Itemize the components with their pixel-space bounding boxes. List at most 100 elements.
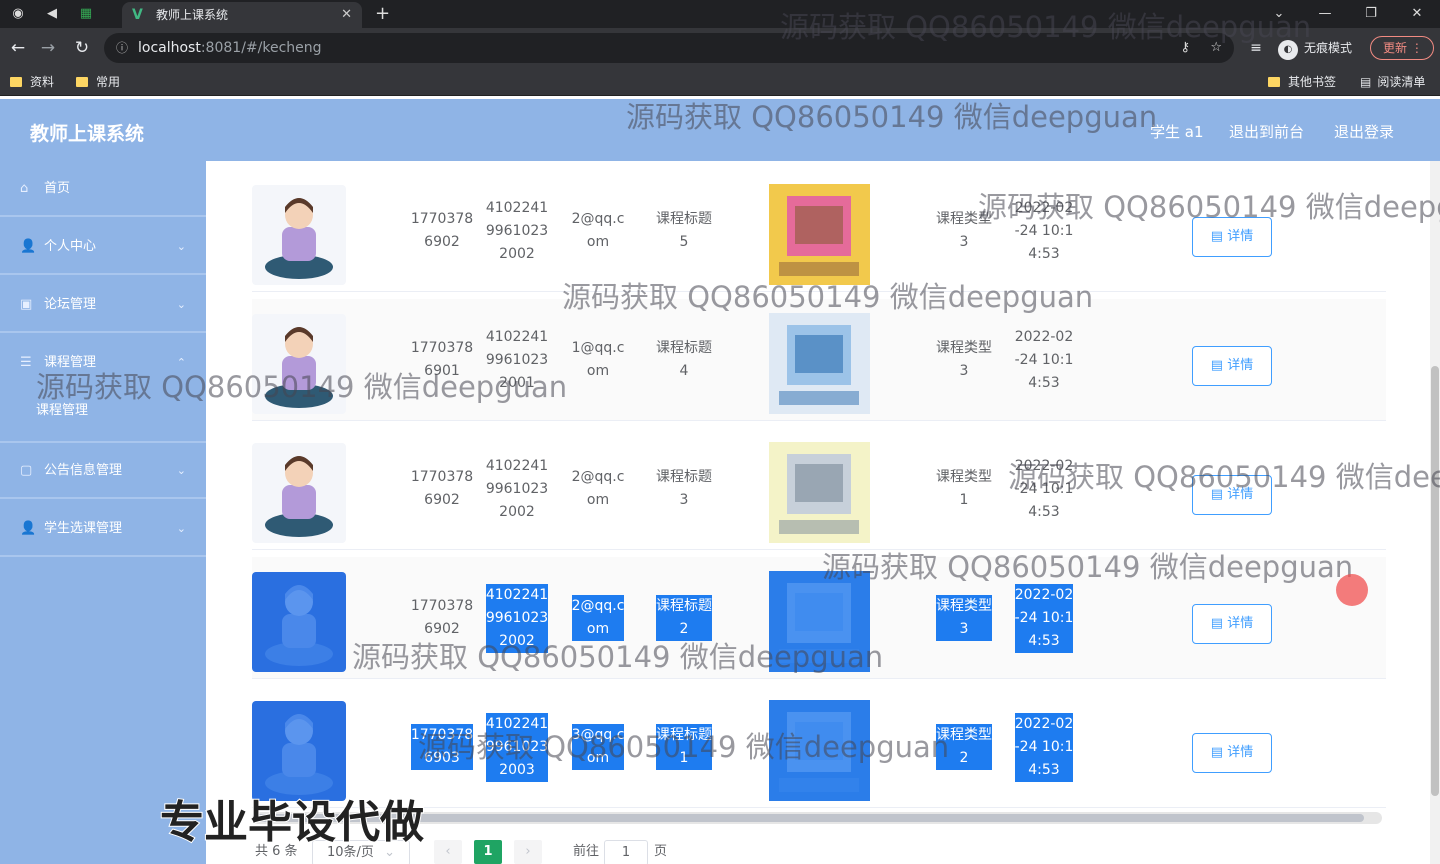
- update-button[interactable]: 更新 ⋮: [1370, 36, 1434, 60]
- cell-text: 2022-02 -24 10:1 4:53: [1014, 712, 1074, 782]
- cell-text: 课程类型 1: [936, 469, 992, 508]
- student-avatar: [252, 185, 346, 285]
- page-number-current[interactable]: 1: [474, 840, 502, 864]
- browser-menu-icon[interactable]: ◉: [8, 4, 28, 24]
- sidebar-item-course[interactable]: ☰ 课程管理 ⌃ 课程管理: [0, 335, 206, 443]
- bookmark-folder[interactable]: 常用: [76, 68, 120, 96]
- cell-text: 课程类型 3: [936, 211, 992, 250]
- table-row[interactable]: 1770378 6901 4102241 9961023 2001 1@qq.c o…: [252, 299, 1386, 421]
- document-icon: ▤: [1210, 487, 1228, 502]
- close-tab-icon[interactable]: ✕: [341, 2, 352, 28]
- back-icon[interactable]: ←: [6, 36, 30, 60]
- page-suffix: 页: [654, 844, 668, 859]
- restore-icon[interactable]: ❐: [1348, 0, 1394, 28]
- forward-icon[interactable]: →: [36, 36, 60, 60]
- bookmark-label: 资料: [30, 75, 55, 89]
- sidebar-item-profile[interactable]: 👤 个人中心 ⌄: [0, 219, 206, 275]
- minimize-icon[interactable]: —: [1302, 0, 1348, 28]
- tab-audio-icon[interactable]: ◀: [42, 4, 62, 24]
- cell-course-title: 课程标题 5: [642, 170, 726, 292]
- other-bookmarks[interactable]: 其他书签: [1268, 68, 1336, 96]
- bookmark-folder[interactable]: 资料: [10, 68, 54, 96]
- forum-icon: ▣: [20, 297, 33, 312]
- cell-phone: 1770378 6901: [402, 299, 482, 421]
- table-row[interactable]: 1770378 6902 4102241 9961023 2002 2@qq.c o…: [252, 428, 1386, 550]
- sidebar-item-enroll[interactable]: 👤 学生选课管理 ⌄: [0, 501, 206, 557]
- cell-text: 2022-02 -24 10:1 4:53: [1014, 199, 1074, 262]
- detail-button[interactable]: ▤ 详情: [1192, 346, 1272, 386]
- update-label: 更新: [1383, 41, 1408, 55]
- cell-time: 2022-02 -24 10:1 4:53: [1002, 686, 1086, 808]
- cell-text: 课程标题 1: [656, 724, 712, 770]
- chevron-down-icon[interactable]: ⌄: [1256, 0, 1302, 28]
- cell-text: 2@qq.c om: [571, 595, 625, 641]
- reload-icon[interactable]: ↻: [70, 36, 94, 60]
- incognito-indicator[interactable]: ◐ 无痕模式: [1278, 36, 1352, 60]
- star-icon[interactable]: ☆: [1210, 33, 1222, 63]
- back-to-front-link[interactable]: 退出到前台: [1229, 121, 1304, 142]
- sidebar-item-notice[interactable]: ▢ 公告信息管理 ⌄: [0, 443, 206, 499]
- sidebar-item-home[interactable]: ⌂ 首页: [0, 161, 206, 217]
- cell-text: 课程标题 3: [656, 469, 712, 508]
- next-page-icon[interactable]: ›: [514, 840, 542, 864]
- menu-icon: ☰: [20, 355, 32, 370]
- cell-idcard: 4102241 9961023 2002: [478, 557, 556, 679]
- cell-email: 1@qq.c om: [562, 299, 634, 421]
- detail-button[interactable]: ▤ 详情: [1192, 604, 1272, 644]
- detail-button[interactable]: ▤ 详情: [1192, 733, 1272, 773]
- cell-idcard: 4102241 9961023 2003: [478, 686, 556, 808]
- cell-text: 1770378 6902: [410, 598, 474, 637]
- cell-course-title: 课程标题 4: [642, 299, 726, 421]
- detail-label: 详情: [1227, 229, 1254, 244]
- scrollbar-thumb[interactable]: [1431, 366, 1439, 796]
- detail-label: 详情: [1227, 487, 1254, 502]
- detail-button[interactable]: ▤ 详情: [1192, 475, 1272, 515]
- logout-link[interactable]: 退出登录: [1334, 121, 1394, 142]
- cell-course-type: 课程类型 2: [922, 686, 1006, 808]
- cell-text: 课程标题 5: [656, 211, 712, 250]
- cell-text: 4102241 9961023 2002: [485, 583, 549, 653]
- goto-page-input[interactable]: 1: [604, 840, 648, 864]
- cell-course-title: 课程标题 2: [642, 557, 726, 679]
- folder-icon: [1268, 77, 1280, 87]
- course-cover-image: [769, 313, 870, 414]
- reading-list-icon[interactable]: ≡: [1244, 36, 1268, 60]
- browser-tab-bar: ◉ ◀ ▦ V 教师上课系统 ✕ + ⌄ — ❐ ✕: [0, 0, 1440, 28]
- browser-tab-active[interactable]: V 教师上课系统 ✕: [122, 2, 362, 28]
- cell-idcard: 4102241 9961023 2001: [478, 299, 556, 421]
- student-avatar: [252, 443, 346, 543]
- promo-text: 专业毕设代做: [159, 796, 425, 849]
- table-row[interactable]: 1770378 6902 4102241 9961023 2002 2@qq.c o…: [252, 557, 1386, 679]
- chevron-up-icon: ⌃: [176, 356, 186, 369]
- folder-icon: [76, 77, 88, 87]
- table-row[interactable]: 1770378 6902 4102241 9961023 2002 2@qq.c o…: [252, 170, 1386, 292]
- user-icon: 👤: [20, 239, 37, 254]
- sheet-tab-icon[interactable]: ▦: [76, 4, 96, 24]
- student-avatar: [252, 314, 346, 414]
- key-icon[interactable]: ⚷: [1180, 33, 1190, 63]
- url-input[interactable]: ⓘ localhost:8081/#/kecheng ⚷ ☆: [104, 33, 1234, 63]
- cell-text: 2@qq.c om: [571, 211, 625, 250]
- chevron-down-icon: ⌄: [176, 464, 186, 477]
- page-vertical-scrollbar[interactable]: [1430, 161, 1440, 864]
- cell-course-title: 课程标题 3: [642, 428, 726, 550]
- cell-text: 4102241 9961023 2003: [485, 712, 549, 782]
- sidebar-item-forum[interactable]: ▣ 论坛管理 ⌄: [0, 277, 206, 333]
- close-window-icon[interactable]: ✕: [1394, 0, 1440, 28]
- sidebar-item-label: 论坛管理: [44, 297, 97, 312]
- cell-course-type: 课程类型 3: [922, 170, 1006, 292]
- sidebar-subitem-course[interactable]: 课程管理: [36, 401, 88, 421]
- bookmark-label: 常用: [96, 75, 121, 89]
- sidebar-item-label: 学生选课管理: [44, 521, 123, 536]
- cell-phone: 1770378 6902: [402, 557, 482, 679]
- prev-page-icon[interactable]: ‹: [434, 840, 462, 864]
- cell-text: 课程标题 4: [656, 340, 712, 379]
- site-info-icon[interactable]: ⓘ: [116, 33, 128, 63]
- incognito-label: 无痕模式: [1304, 41, 1353, 55]
- home-icon: ⌂: [20, 181, 29, 196]
- reading-list[interactable]: ▤ 阅读清单: [1360, 68, 1425, 96]
- cell-text: 1770378 6901: [410, 340, 474, 379]
- new-tab-icon[interactable]: +: [375, 2, 390, 26]
- cursor-indicator: [1336, 574, 1368, 606]
- detail-button[interactable]: ▤ 详情: [1192, 217, 1272, 257]
